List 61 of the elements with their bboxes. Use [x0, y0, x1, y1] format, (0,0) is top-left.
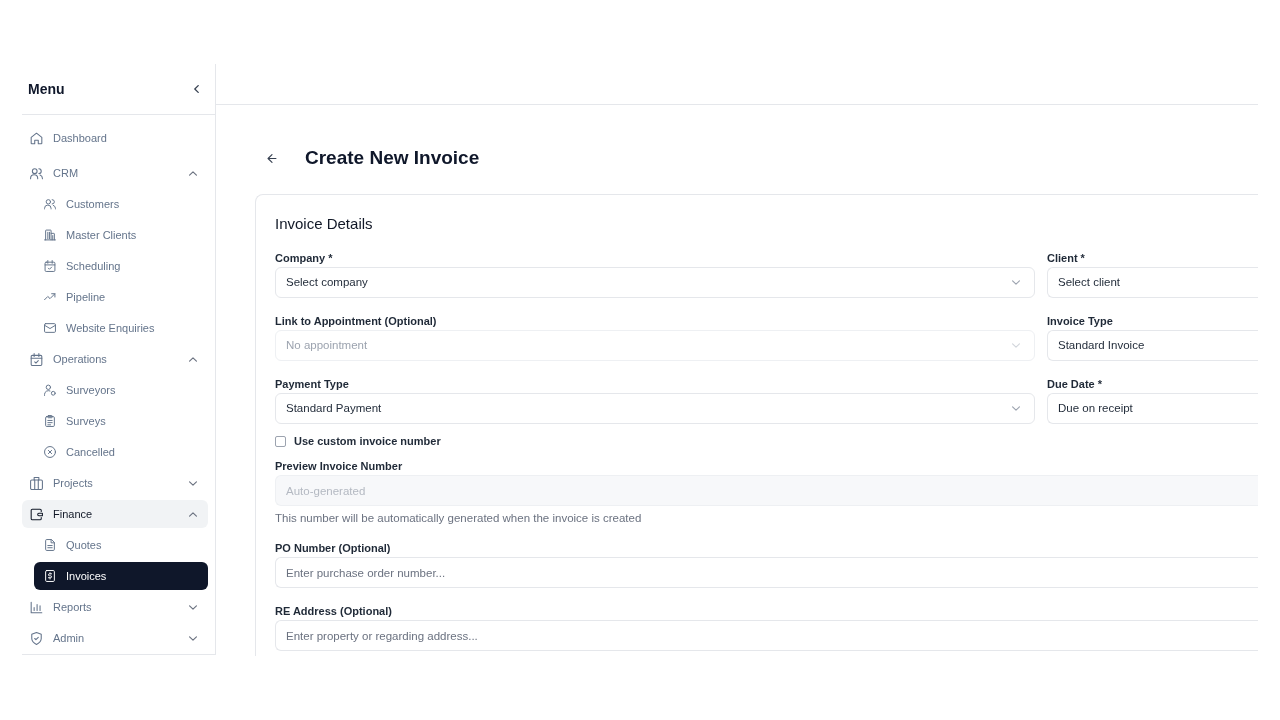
sidebar-item[interactable]: Reports [22, 593, 208, 621]
chevron-down-icon [1012, 280, 1020, 285]
building-icon [44, 229, 56, 241]
user-settings-icon [44, 384, 56, 396]
dropdown-field[interactable]: Due on receipt [1047, 393, 1258, 424]
sidebar-item[interactable]: Cancelled [34, 438, 208, 466]
sidebar-item[interactable]: Invoices [34, 562, 208, 590]
field-label: PO Number (Optional) [275, 541, 392, 555]
field-label: Preview Invoice Number [275, 459, 404, 473]
input-field[interactable]: Enter purchase order number... [275, 557, 1258, 588]
checkbox[interactable] [275, 435, 286, 447]
field-label: Due Date * [1047, 377, 1104, 391]
sidebar-item[interactable]: Scheduling [34, 252, 208, 280]
home-icon [30, 131, 43, 145]
clipboard-list-icon [44, 415, 56, 427]
field-label: Invoice Type [1047, 314, 1114, 328]
sidebar-item[interactable]: Admin [22, 624, 208, 652]
field-label: Link to Appointment (Optional) [275, 314, 438, 328]
chevron-left-icon [193, 85, 199, 93]
mail-icon [44, 322, 56, 334]
card-title: Invoice Details [275, 214, 374, 234]
select-field[interactable]: Standard Payment [275, 393, 1035, 424]
field-label: Payment Type [275, 377, 350, 391]
document-icon [44, 539, 56, 551]
sidebar-item[interactable]: Quotes [34, 531, 208, 559]
dollar-document-icon [44, 570, 56, 582]
arrow-left-icon [267, 153, 277, 163]
calendar-check-icon [30, 352, 43, 366]
users-icon [44, 198, 56, 210]
field-label: Client * [1047, 251, 1086, 265]
shield-check-icon [30, 631, 43, 645]
users-icon [30, 166, 43, 180]
sidebar-item[interactable]: CRM [22, 159, 208, 187]
select-field[interactable]: Select company [275, 267, 1035, 298]
dropdown-field[interactable]: Select client [1047, 267, 1258, 298]
trending-up-icon [44, 291, 56, 303]
sidebar-item[interactable]: Projects [22, 469, 208, 497]
sidebar-item[interactable]: Surveys [34, 407, 208, 435]
wallet-icon [30, 507, 43, 521]
sidebar-item[interactable]: Pipeline [34, 283, 208, 311]
sidebar-item[interactable]: Dashboard [22, 124, 208, 152]
bar-chart-icon [30, 600, 43, 614]
sidebar-item[interactable]: Surveyors [34, 376, 208, 404]
page-title: Create New Invoice [305, 146, 480, 170]
chevron-down-icon [1012, 343, 1020, 348]
sidebar-item[interactable]: Customers [34, 190, 208, 218]
field-label: Company * [275, 251, 334, 265]
field-label: RE Address (Optional) [275, 604, 393, 618]
sidebar-title: Menu [28, 80, 65, 98]
sidebar-item[interactable]: Finance [22, 500, 208, 528]
input-field[interactable]: Enter property or regarding address... [275, 620, 1258, 651]
chevron-down-icon [1012, 406, 1020, 411]
circle-x-icon [44, 446, 56, 458]
sidebar-item[interactable]: Master Clients [34, 221, 208, 249]
calendar-check-icon [44, 260, 56, 272]
dropdown-field[interactable]: Standard Invoice [1047, 330, 1258, 361]
sidebar-item[interactable]: Website Enquiries [34, 314, 208, 342]
columns-icon [30, 476, 43, 490]
help-text: This number will be automatically generated when the invoice is created [275, 511, 643, 525]
checkbox-label[interactable]: Use custom invoice number [294, 434, 441, 448]
sidebar-item[interactable]: Operations [22, 345, 208, 373]
